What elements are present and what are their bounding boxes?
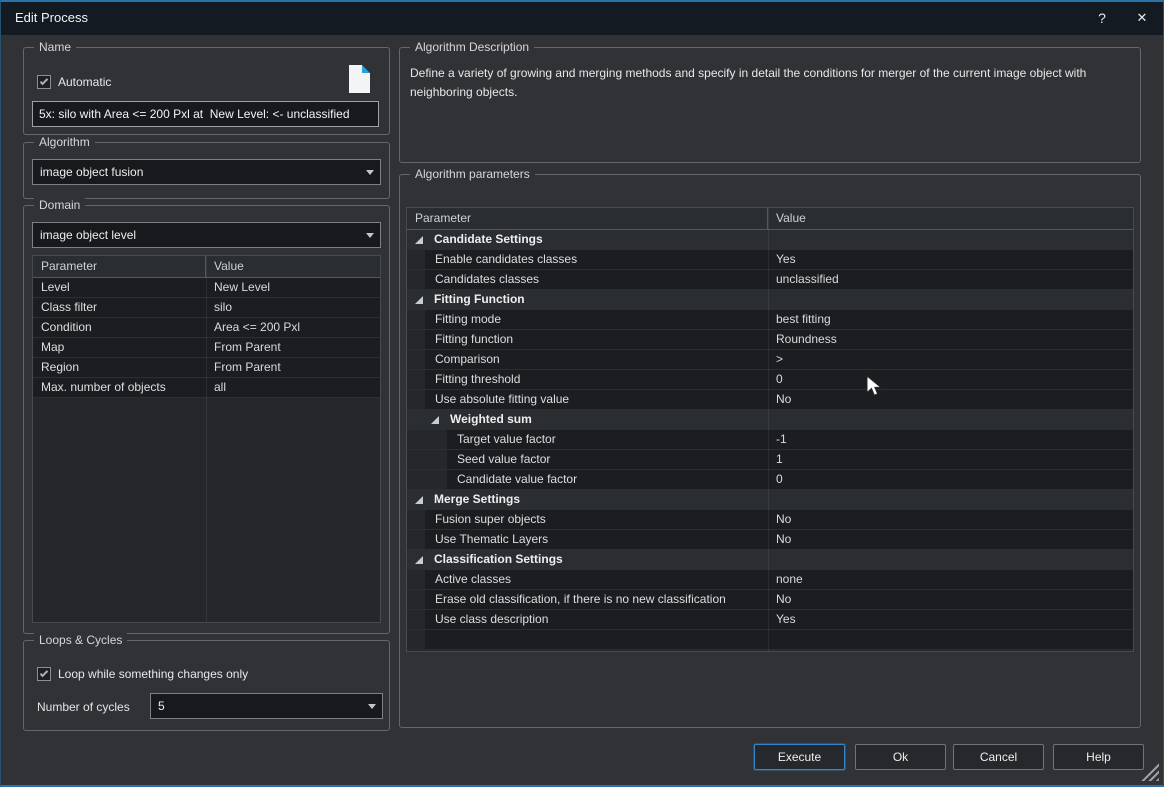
close-icon[interactable]: ✕ [1125, 2, 1159, 34]
expander-triangle-icon[interactable] [415, 296, 423, 304]
param-category-row[interactable]: Fitting Function [407, 290, 1133, 310]
automatic-checkbox[interactable] [37, 75, 51, 89]
chevron-down-icon [366, 233, 374, 238]
number-of-cycles-label: Number of cycles [37, 700, 130, 714]
cancel-button[interactable]: Cancel [953, 744, 1044, 770]
algorithm-select[interactable]: image object fusion [32, 159, 381, 185]
expander-triangle-icon[interactable] [415, 236, 423, 244]
domain-group-label: Domain [34, 198, 85, 212]
param-subcategory-row[interactable]: Weighted sum [407, 410, 1133, 430]
param-row[interactable]: Use Thematic Layers No [407, 530, 1133, 550]
document-fold-icon [362, 65, 370, 73]
column-header-value: Value [768, 208, 1133, 229]
param-category-row[interactable]: Classification Settings [407, 550, 1133, 570]
param-category-row[interactable]: Candidate Settings [407, 230, 1133, 250]
param-row[interactable]: Comparison > [407, 350, 1133, 370]
number-of-cycles-value: 5 [158, 694, 165, 718]
algorithm-selected-value: image object fusion [40, 160, 143, 184]
param-row[interactable]: Use absolute fitting value No [407, 390, 1133, 410]
loops-group-label: Loops & Cycles [34, 633, 127, 647]
column-divider [206, 256, 207, 622]
window-title: Edit Process [15, 2, 88, 34]
param-row[interactable]: Target value factor -1 [407, 430, 1133, 450]
ok-button[interactable]: Ok [855, 744, 946, 770]
param-row[interactable]: Fusion super objects No [407, 510, 1133, 530]
empty-row[interactable] [407, 630, 1133, 650]
param-row[interactable]: Candidates classes unclassified [407, 270, 1133, 290]
param-row[interactable]: Seed value factor 1 [407, 450, 1133, 470]
check-icon [40, 669, 48, 677]
new-document-icon[interactable] [349, 65, 370, 93]
chevron-down-icon [368, 704, 376, 709]
parameters-table-header: Parameter Value [407, 208, 1133, 230]
param-row[interactable]: Active classes none [407, 570, 1133, 590]
process-name-input[interactable] [32, 101, 379, 127]
param-row[interactable]: Fitting threshold 0 [407, 370, 1133, 390]
check-icon [40, 77, 48, 85]
param-row[interactable]: Erase old classification, if there is no… [407, 590, 1133, 610]
domain-selected-value: image object level [40, 223, 136, 247]
expander-triangle-icon[interactable] [415, 556, 423, 564]
column-divider [768, 208, 769, 651]
automatic-checkbox-label: Automatic [58, 75, 111, 89]
param-category-row[interactable]: Merge Settings [407, 490, 1133, 510]
param-row[interactable]: Candidate value factor 0 [407, 470, 1133, 490]
expander-triangle-icon[interactable] [415, 496, 423, 504]
help-icon[interactable]: ? [1085, 2, 1119, 34]
loop-while-changes-label: Loop while something changes only [58, 667, 248, 681]
name-group-label: Name [34, 40, 76, 54]
titlebar[interactable]: Edit Process ? ✕ [1, 2, 1163, 35]
algorithm-group-label: Algorithm [34, 135, 95, 149]
help-button[interactable]: Help [1053, 744, 1144, 770]
chevron-down-icon [366, 170, 374, 175]
number-of-cycles-select[interactable]: 5 [150, 693, 383, 719]
execute-button[interactable]: Execute [754, 744, 845, 770]
parameters-table: Parameter Value Candidate Settings Enabl… [406, 207, 1134, 652]
column-header-parameter: Parameter [33, 256, 206, 277]
param-row[interactable]: Enable candidates classes Yes [407, 250, 1133, 270]
algorithm-parameters-group: Algorithm parameters Parameter Value Can… [399, 174, 1141, 728]
column-header-parameter: Parameter [407, 208, 768, 229]
column-header-value: Value [206, 256, 380, 277]
algorithm-parameters-label: Algorithm parameters [410, 167, 535, 181]
expander-triangle-icon[interactable] [431, 416, 439, 424]
param-row[interactable]: Use class description Yes [407, 610, 1133, 630]
algorithm-description-group: Algorithm Description Define a variety o… [399, 47, 1141, 163]
domain-group: Domain image object level Parameter Valu… [23, 205, 390, 634]
loop-while-changes-checkbox[interactable] [37, 667, 51, 681]
param-row[interactable]: Fitting function Roundness [407, 330, 1133, 350]
algorithm-group: Algorithm image object fusion [23, 142, 390, 199]
domain-select[interactable]: image object level [32, 222, 381, 248]
name-group: Name Automatic [23, 47, 390, 135]
edit-process-dialog: Edit Process ? ✕ Name Automatic Algorith… [0, 0, 1164, 787]
algorithm-description-label: Algorithm Description [410, 40, 534, 54]
domain-table: Parameter Value Level New Level Class fi… [32, 255, 381, 623]
algorithm-description-text: Define a variety of growing and merging … [410, 64, 1126, 101]
param-row[interactable]: Fitting mode best fitting [407, 310, 1133, 330]
loops-group: Loops & Cycles Loop while something chan… [23, 640, 390, 731]
